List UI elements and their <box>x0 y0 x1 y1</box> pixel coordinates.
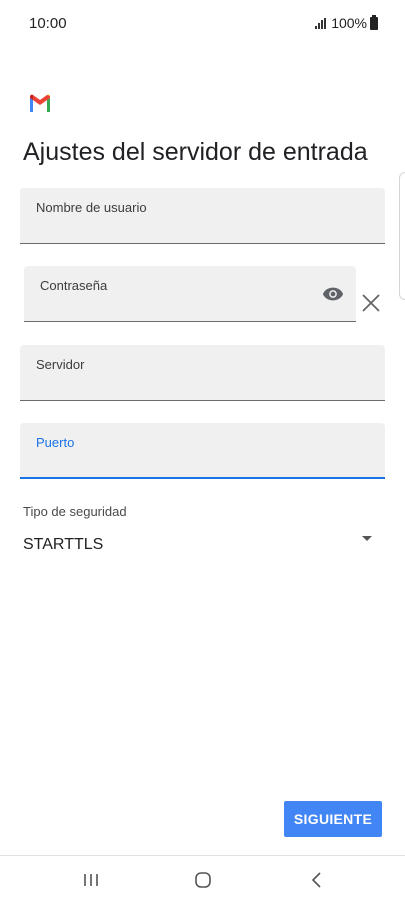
scroll-indicator <box>399 172 405 300</box>
back-icon <box>311 872 321 888</box>
username-label: Nombre de usuario <box>36 200 147 215</box>
server-label: Servidor <box>36 357 85 372</box>
status-indicators: 100% <box>315 14 378 31</box>
eye-icon[interactable] <box>322 286 344 302</box>
screen: 10:00 100% Ajustes del servidor de entra… <box>0 0 405 902</box>
security-type-value: STARTTLS <box>23 536 104 553</box>
signal-icon <box>315 17 327 29</box>
home-icon <box>195 872 211 888</box>
server-field[interactable]: Servidor <box>20 345 385 401</box>
status-bar: 10:00 100% <box>0 0 405 46</box>
port-input[interactable] <box>36 454 328 471</box>
battery-icon <box>370 14 378 30</box>
recents-icon <box>84 874 98 886</box>
password-input[interactable] <box>40 298 306 315</box>
password-label: Contraseña <box>40 278 108 293</box>
battery-percent: 100% <box>331 15 367 31</box>
back-button[interactable] <box>302 866 332 894</box>
navigation-bar <box>0 855 405 902</box>
home-button[interactable] <box>188 866 218 894</box>
password-field[interactable]: Contraseña <box>24 266 356 322</box>
page-title: Ajustes del servidor de entrada <box>23 138 368 166</box>
port-label: Puerto <box>36 435 75 450</box>
security-type-label: Tipo de seguridad <box>23 504 127 519</box>
close-icon[interactable] <box>361 293 381 313</box>
dropdown-arrow-icon <box>362 536 372 541</box>
recents-button[interactable] <box>76 866 106 894</box>
username-input[interactable] <box>36 220 328 237</box>
port-field[interactable]: Puerto <box>20 423 385 479</box>
status-time: 10:00 <box>29 15 67 32</box>
server-input[interactable] <box>36 377 328 394</box>
security-type-dropdown[interactable]: STARTTLS <box>23 530 378 560</box>
gmail-logo-icon <box>30 94 50 112</box>
next-button[interactable]: SIGUIENTE <box>284 801 382 837</box>
username-field[interactable]: Nombre de usuario <box>20 188 385 244</box>
